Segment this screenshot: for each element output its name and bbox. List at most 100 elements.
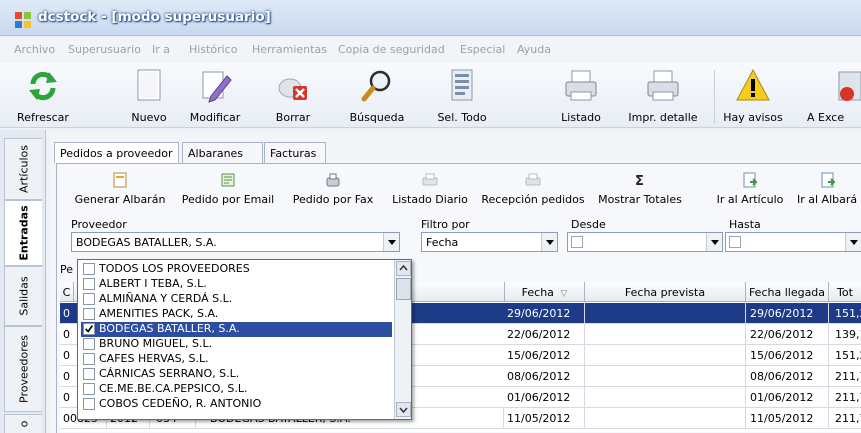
list-item[interactable]: AMENITIES PACK, S.A. xyxy=(81,307,392,322)
supplier-dropdown-arrow-icon[interactable] xyxy=(383,233,399,251)
checkbox[interactable] xyxy=(83,278,95,290)
side-tab-label: Artículos xyxy=(17,145,30,193)
supplier-value: BODEGAS BATALLER, S.A. xyxy=(76,236,217,249)
list-item[interactable]: CÁRNICAS SERRANO, S.L. xyxy=(81,367,392,382)
cell-fecha-prevista xyxy=(585,324,746,345)
edit-button[interactable]: Modificar xyxy=(180,66,250,126)
scroll-up-button[interactable] xyxy=(396,261,411,276)
menu-ayuda[interactable]: Ayuda xyxy=(517,43,551,56)
grid-header-fecha-llegada[interactable]: Fecha llegada xyxy=(746,282,829,302)
print-detail-button[interactable]: Impr. detalle xyxy=(622,66,704,126)
to-date-arrow-icon[interactable] xyxy=(845,233,861,251)
checkbox-checked[interactable] xyxy=(83,323,95,335)
warnings-button[interactable]: Hay avisos xyxy=(718,66,788,126)
cell-fecha-prevista xyxy=(585,303,746,324)
order-email-button[interactable]: Pedido por Email xyxy=(175,168,281,210)
select-all-button[interactable]: Sel. Todo xyxy=(430,66,494,126)
export-excel-button[interactable]: A Exce xyxy=(795,66,861,126)
list-item-selected[interactable]: BODEGAS BATALLER, S.A. xyxy=(81,322,392,337)
list-button[interactable]: Listado xyxy=(548,66,614,126)
side-tab-entradas[interactable]: Entradas xyxy=(4,200,42,266)
checkbox[interactable] xyxy=(83,338,95,350)
filter-value: Fecha xyxy=(426,236,459,249)
tab-pedidos-proveedor[interactable]: Pedidos a proveedor xyxy=(54,142,179,164)
grid-header-fecha-label: Fecha xyxy=(521,286,554,299)
list-item[interactable]: TODOS LOS PROVEEDORES xyxy=(81,262,392,277)
list-item[interactable]: ALBERT I TEBA, S.L. xyxy=(81,277,392,292)
grid-header-fecha-prevista[interactable]: Fecha prevista xyxy=(585,282,746,302)
cell-fecha-llegada: 22/06/2012 xyxy=(746,324,829,345)
sort-descending-icon: ▽ xyxy=(560,289,568,299)
to-date-checkbox[interactable] xyxy=(729,236,741,248)
list-item[interactable]: ALMIÑANA Y CERDÁ S.L. xyxy=(81,292,392,307)
search-icon xyxy=(361,70,391,102)
scroll-down-button[interactable] xyxy=(396,402,411,417)
excel-icon xyxy=(838,71,861,101)
new-button[interactable]: Nuevo xyxy=(123,66,175,126)
cell-fecha-llegada: 29/06/2012 xyxy=(746,303,829,324)
edit-label: Modificar xyxy=(189,111,241,124)
generate-delivery-button[interactable]: Generar Albarán xyxy=(67,168,173,210)
checkbox[interactable] xyxy=(83,353,95,365)
scrollbar-thumb[interactable] xyxy=(396,278,411,300)
list-item[interactable]: CAFES HERVAS, S.L. xyxy=(81,352,392,367)
supplier-dropdown-list: TODOS LOS PROVEEDORES ALBERT I TEBA, S.L… xyxy=(77,259,412,420)
daily-list-label: Listado Diario xyxy=(392,193,468,206)
filter-combo[interactable]: Fecha xyxy=(421,232,558,252)
filter-dropdown-arrow-icon[interactable] xyxy=(541,233,557,251)
search-button[interactable]: Búsqueda xyxy=(346,66,408,126)
list-item[interactable]: COBOS CEDEÑO, R. ANTONIO xyxy=(81,397,392,412)
cell-fecha-llegada: 01/06/2012 xyxy=(746,387,829,408)
menu-ir-a[interactable]: Ir a xyxy=(152,43,170,56)
delete-label: Borrar xyxy=(275,111,311,124)
from-date-arrow-icon[interactable] xyxy=(706,233,722,251)
menu-copia-seguridad[interactable]: Copia de seguridad xyxy=(338,43,445,56)
order-fax-button[interactable]: Pedido por Fax xyxy=(283,168,383,210)
cell-c: 0 xyxy=(63,328,70,341)
refresh-button[interactable]: Refrescar xyxy=(12,66,74,126)
dropdown-scrollbar[interactable] xyxy=(394,260,411,419)
grid-header-total[interactable]: Tot xyxy=(829,282,861,302)
checkbox[interactable] xyxy=(83,293,95,305)
show-totals-button[interactable]: Σ Mostrar Totales xyxy=(591,168,689,210)
chevron-down-icon xyxy=(399,407,408,414)
tab-albaranes[interactable]: Albaranes xyxy=(182,142,263,164)
cell-fecha: 29/06/2012 xyxy=(504,303,585,324)
side-tab-salidas[interactable]: Salidas xyxy=(4,266,42,326)
from-date-picker[interactable] xyxy=(567,232,723,252)
email-icon xyxy=(221,173,235,187)
side-tab-articulos[interactable]: Artículos xyxy=(4,138,42,200)
grid-header-c[interactable]: C xyxy=(60,282,74,302)
checkbox[interactable] xyxy=(83,398,95,410)
daily-list-button[interactable]: Listado Diario xyxy=(385,168,475,210)
export-label: A Exce xyxy=(807,111,845,124)
menu-archivo[interactable]: Archivo xyxy=(14,43,55,56)
goto-delivery-button[interactable]: Ir al Albará xyxy=(793,168,861,210)
order-reception-button[interactable]: Recepción pedidos xyxy=(477,168,589,210)
list-item[interactable]: CE.ME.BE.CA.PEPSICO, S.L. xyxy=(81,382,392,397)
supplier-combo[interactable]: BODEGAS BATALLER, S.A. xyxy=(71,232,400,252)
list-item[interactable]: BRUNO MIGUEL, S.L. xyxy=(81,337,392,352)
menu-herramientas[interactable]: Herramientas xyxy=(252,43,327,56)
cell-fecha: 08/06/2012 xyxy=(504,366,585,387)
cell-fecha-prevista xyxy=(585,408,746,429)
delete-button[interactable]: Borrar xyxy=(268,66,318,126)
list-item-label: ALMIÑANA Y CERDÁ S.L. xyxy=(99,292,233,305)
side-tab-more[interactable]: o xyxy=(4,414,42,433)
side-tab-label: Proveedores xyxy=(17,335,30,403)
checkbox[interactable] xyxy=(83,383,95,395)
goto-article-button[interactable]: Ir al Artículo xyxy=(711,168,789,210)
checkbox[interactable] xyxy=(83,308,95,320)
to-label: Hasta xyxy=(729,218,761,231)
checkbox[interactable] xyxy=(83,263,95,275)
from-date-checkbox[interactable] xyxy=(571,236,583,248)
menu-historico[interactable]: Histórico xyxy=(189,43,237,56)
menu-superusuario[interactable]: Superusuario xyxy=(68,43,141,56)
to-date-picker[interactable] xyxy=(725,232,861,252)
menu-especial[interactable]: Especial xyxy=(460,43,505,56)
actions-toolbar: Generar Albarán Pedido por Email Pedido … xyxy=(57,168,861,210)
grid-header-fecha[interactable]: Fecha ▽ xyxy=(504,282,585,302)
checkbox[interactable] xyxy=(83,368,95,380)
tab-facturas[interactable]: Facturas xyxy=(264,142,326,164)
side-tab-proveedores[interactable]: Proveedores xyxy=(4,326,42,412)
